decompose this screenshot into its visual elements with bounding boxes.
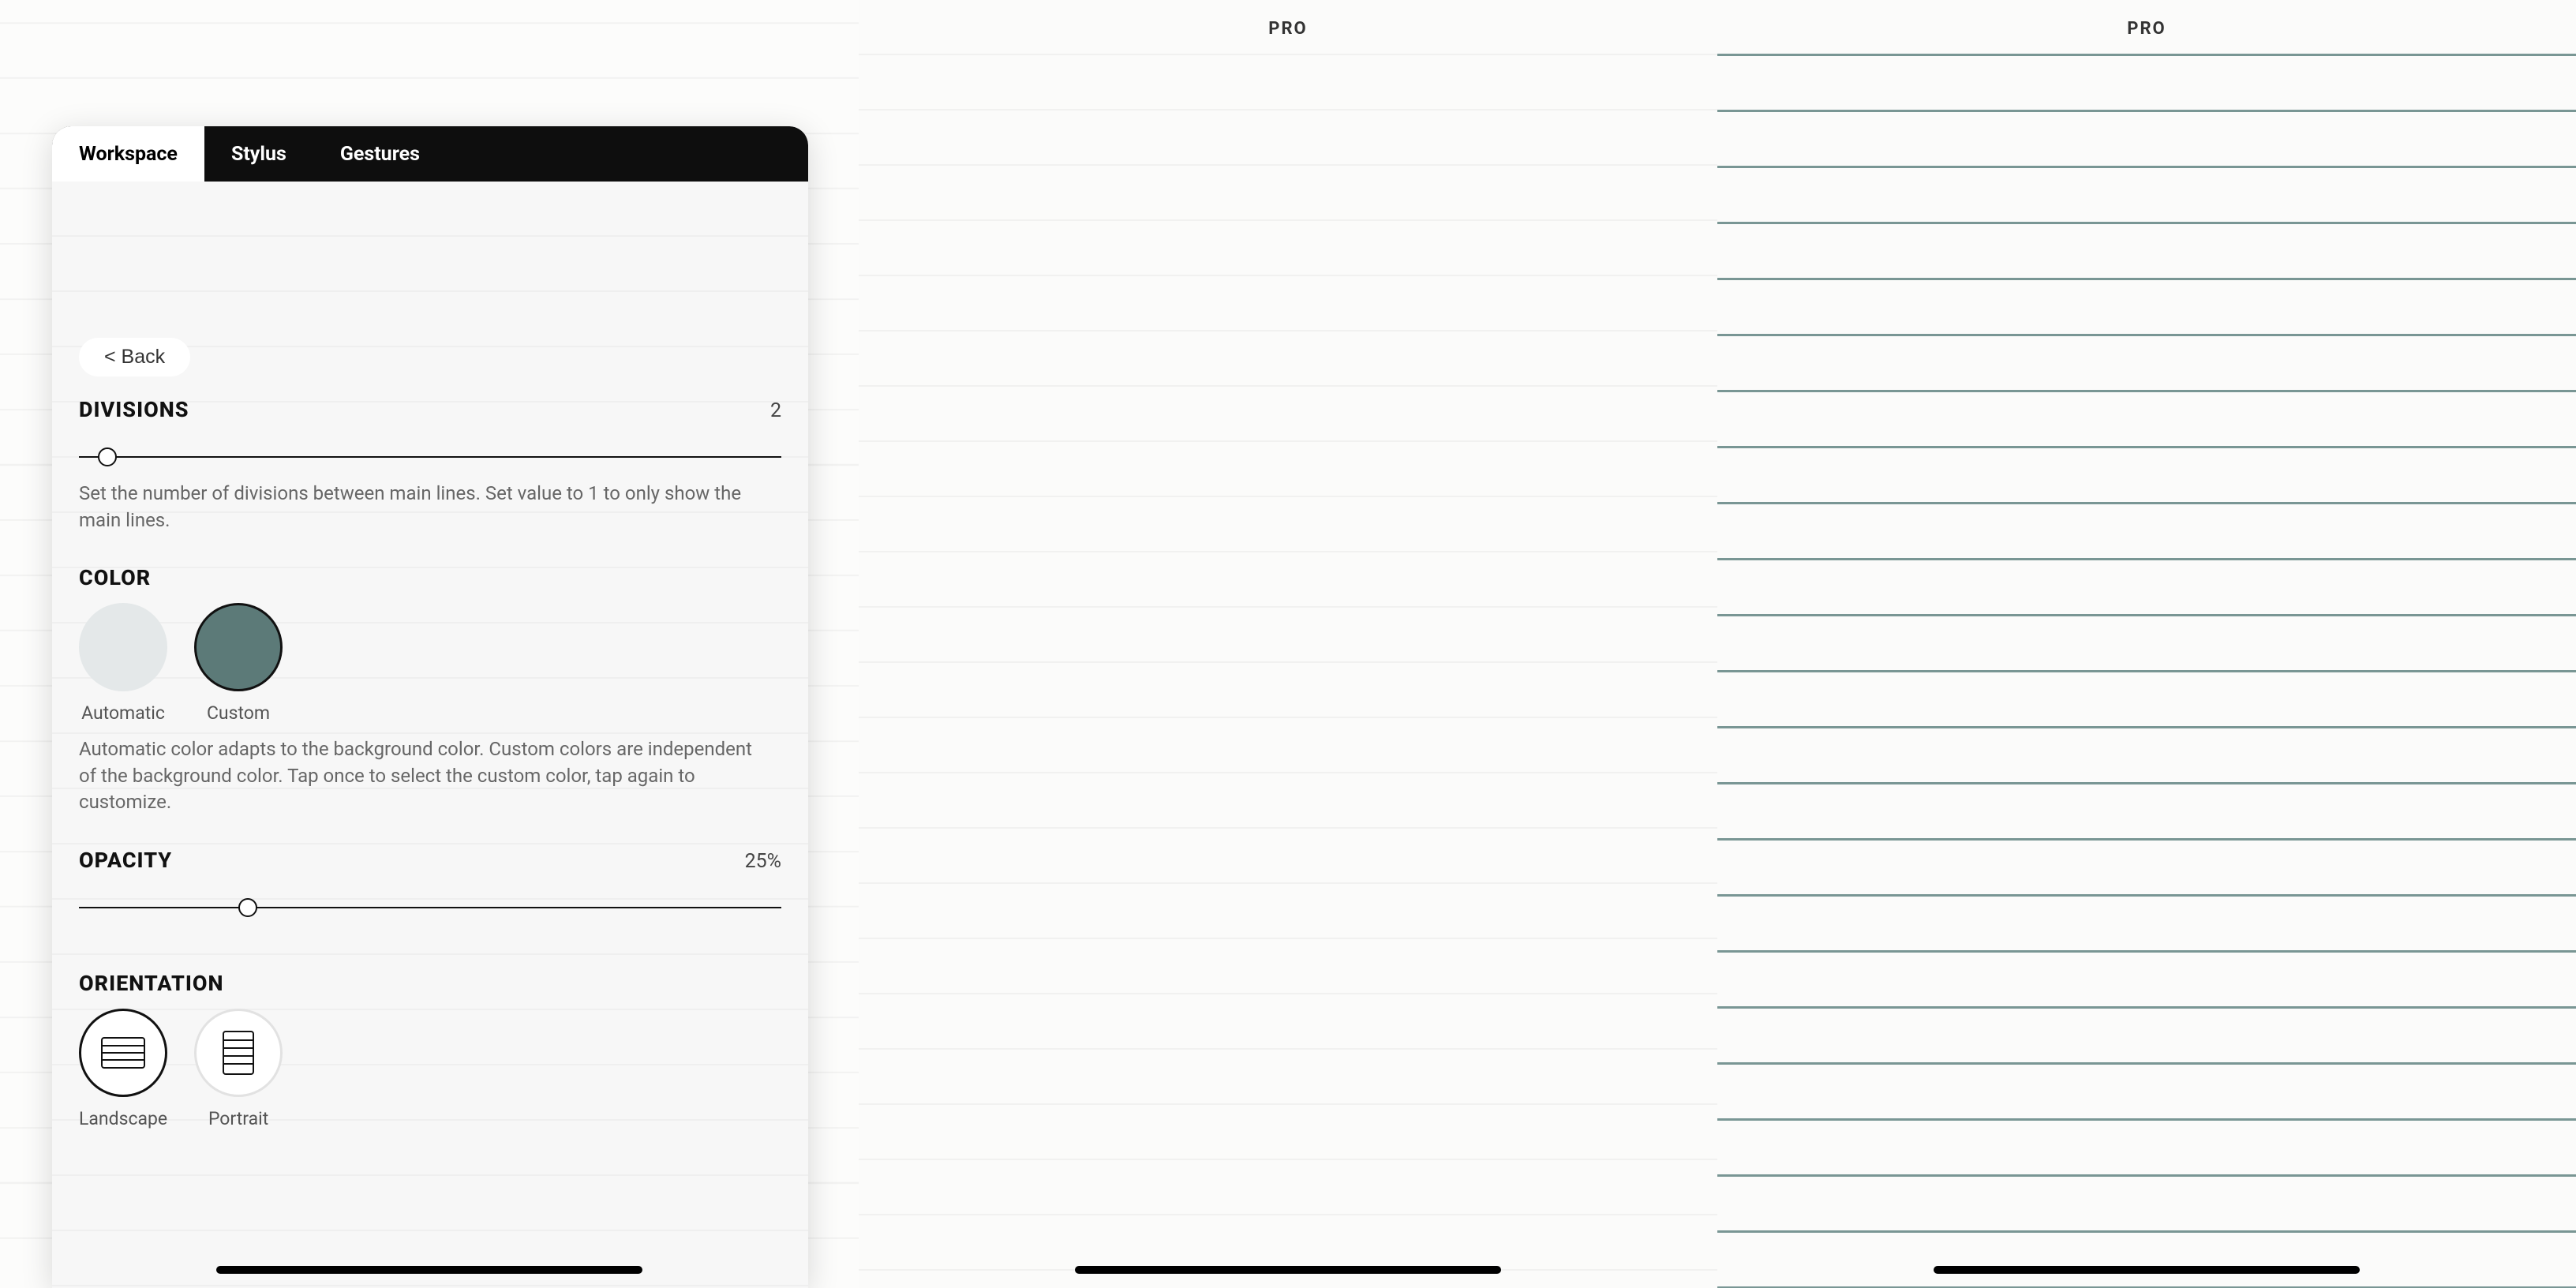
orientation-option-landscape: Landscape bbox=[79, 1009, 167, 1129]
tab-workspace[interactable]: Workspace bbox=[52, 126, 204, 182]
color-swatches: Automatic Custom bbox=[79, 603, 781, 724]
orientation-option-portrait: Portrait bbox=[194, 1009, 283, 1129]
divisions-slider[interactable] bbox=[79, 441, 781, 473]
opacity-title: OPACITY bbox=[79, 848, 172, 873]
slider-thumb[interactable] bbox=[98, 447, 117, 466]
panel-body: < Back DIVISIONS 2 Set the number of div… bbox=[52, 182, 808, 1288]
pane-middle: PRO bbox=[859, 0, 1717, 1288]
divisions-title: DIVISIONS bbox=[79, 397, 189, 422]
back-button[interactable]: < Back bbox=[79, 338, 190, 376]
color-option-custom: Custom bbox=[194, 603, 283, 724]
slider-thumb[interactable] bbox=[238, 898, 257, 917]
divisions-description: Set the number of divisions between main… bbox=[79, 481, 753, 534]
pane-left: Workspace Stylus Gestures < Back DIVISIO… bbox=[0, 0, 859, 1288]
automatic-swatch[interactable] bbox=[79, 603, 167, 691]
portrait-label: Portrait bbox=[194, 1108, 283, 1129]
pane-right: PRO bbox=[1717, 0, 2576, 1288]
pro-badge: PRO bbox=[2127, 19, 2166, 39]
automatic-label: Automatic bbox=[79, 702, 167, 724]
opacity-slider[interactable] bbox=[79, 892, 781, 923]
pro-badge: PRO bbox=[1268, 19, 1307, 39]
color-description: Automatic color adapts to the background… bbox=[79, 736, 753, 816]
divisions-value: 2 bbox=[770, 399, 781, 422]
orientation-header: ORIENTATION bbox=[79, 971, 781, 996]
tab-bar: Workspace Stylus Gestures bbox=[52, 126, 808, 182]
orientation-options: Landscape Portrait bbox=[79, 1009, 781, 1129]
custom-label: Custom bbox=[194, 702, 283, 724]
opacity-header: OPACITY 25% bbox=[79, 848, 781, 873]
slider-track bbox=[79, 907, 781, 908]
custom-swatch[interactable] bbox=[194, 603, 283, 691]
opacity-value: 25% bbox=[745, 850, 781, 873]
orientation-title: ORIENTATION bbox=[79, 971, 224, 996]
landscape-label: Landscape bbox=[79, 1108, 167, 1129]
portrait-button[interactable] bbox=[194, 1009, 283, 1097]
tab-stylus[interactable]: Stylus bbox=[204, 126, 313, 182]
tab-gestures[interactable]: Gestures bbox=[313, 126, 447, 182]
slider-track bbox=[79, 456, 781, 458]
home-indicator bbox=[1934, 1266, 2360, 1274]
color-header: COLOR bbox=[79, 565, 781, 590]
color-option-automatic: Automatic bbox=[79, 603, 167, 724]
home-indicator bbox=[1075, 1266, 1501, 1274]
color-title: COLOR bbox=[79, 565, 151, 590]
landscape-icon bbox=[101, 1037, 145, 1069]
portrait-icon bbox=[223, 1031, 254, 1075]
home-indicator bbox=[216, 1266, 642, 1274]
settings-panel: Workspace Stylus Gestures < Back DIVISIO… bbox=[52, 126, 808, 1288]
divisions-header: DIVISIONS 2 bbox=[79, 397, 781, 422]
landscape-button[interactable] bbox=[79, 1009, 167, 1097]
